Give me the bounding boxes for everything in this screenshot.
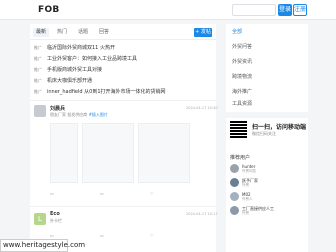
qr-subtitle: 微信扫码关注 <box>252 131 276 136</box>
post-image[interactable] <box>50 123 78 183</box>
topic-title[interactable]: 临沂国际外贸商城双11 火热开 <box>47 45 115 51</box>
post-author-desc: 外卡栏 <box>50 218 62 223</box>
post-author-name[interactable]: 刘晨兵 <box>50 105 65 112</box>
user-desc: 外贸 <box>242 211 249 215</box>
avatar[interactable] <box>230 164 239 173</box>
share-icon: ▭ <box>100 233 104 238</box>
topic-tag: 推广 <box>34 67 42 72</box>
share-action[interactable]: ▭ <box>100 191 104 196</box>
login-button[interactable]: 登录 <box>278 4 292 16</box>
avatar[interactable]: L <box>34 213 46 225</box>
like-action[interactable]: ♡ <box>150 191 154 196</box>
tab-answers[interactable]: 回答 <box>96 28 112 37</box>
avatar[interactable] <box>34 105 46 117</box>
tab-hot[interactable]: 热门 <box>54 28 70 37</box>
topic-item[interactable]: 推广 工业外贸客户：如何接入工业品跨境工具 <box>34 55 137 63</box>
category-item[interactable]: 海外推广 <box>232 88 252 95</box>
comment-action[interactable]: ▭ <box>50 191 54 196</box>
avatar[interactable] <box>230 178 239 187</box>
avatar[interactable] <box>230 192 239 201</box>
share-action[interactable]: ▭ <box>100 233 104 238</box>
category-list: 全部 外贸问答 外贸资讯 跨境物流 海外推广 工具资源 <box>226 24 308 112</box>
qr-title: 扫一扫，访问移动端 <box>252 124 307 131</box>
share-icon: ▭ <box>100 191 104 196</box>
avatar[interactable] <box>230 206 239 215</box>
topic-tag: 推广 <box>34 89 42 94</box>
comment-icon: ▭ <box>50 233 54 238</box>
post-image[interactable] <box>82 123 134 183</box>
post-time: 2024-04-17 10:30 <box>186 106 218 110</box>
category-item[interactable]: 工具资源 <box>232 100 252 107</box>
user-desc: 外贸人 <box>242 197 253 201</box>
topic-tag: 推广 <box>34 78 42 83</box>
post-author-name[interactable]: Eco <box>50 211 60 217</box>
qr-panel: 扫一扫，访问移动端 微信扫码关注 <box>226 118 308 154</box>
post-author-desc: 朋友厂家 批发供应商 <box>50 112 88 117</box>
recommended-users: 推荐用户 hunter 外贸问答 跃予厂家 外贸 M02 外贸人 工厂直接供应人… <box>226 150 308 252</box>
tab-topics[interactable]: 话题 <box>75 28 91 37</box>
user-desc: 外贸问答 <box>242 169 256 173</box>
post-author-subtitle: 朋友厂家 批发供应商 #插入图片 <box>50 112 108 118</box>
qr-code <box>230 121 247 138</box>
tab-latest[interactable]: 最新 <box>33 28 50 37</box>
register-button[interactable]: 注册 <box>293 4 307 16</box>
top-navigation-bar: FOB 登录 注册 <box>0 0 336 20</box>
topic-title[interactable]: inner_hadfield 从0到1打开海外市场一体化的货销网 <box>47 89 166 95</box>
comment-icon: ▭ <box>50 191 54 196</box>
like-icon: ♡ <box>150 191 154 196</box>
user-item[interactable]: M02 外贸人 <box>230 192 308 203</box>
topic-title[interactable]: 机床大咖俱乐部开通 <box>47 78 92 84</box>
post-link[interactable]: #插入图片 <box>89 112 108 117</box>
feed-tabs: 最新 热门 话题 回答 + 发帖 <box>30 24 216 40</box>
user-desc: 外贸 <box>242 183 249 187</box>
topic-tag: 推广 <box>34 56 42 61</box>
category-item[interactable]: 跨境物流 <box>232 73 252 80</box>
topic-item[interactable]: 推广 inner_hadfield 从0到1打开海外市场一体化的货销网 <box>34 88 166 96</box>
site-logo[interactable]: FOB <box>38 5 60 15</box>
category-item[interactable]: 外贸问答 <box>232 43 252 50</box>
topic-item[interactable]: 推广 手机版商城外贸工具对接 <box>34 66 102 74</box>
post-time: 2024-04-17 10:17 <box>186 212 218 216</box>
topic-title[interactable]: 工业外贸客户：如何接入工业品跨境工具 <box>47 56 137 62</box>
recommended-users-title: 推荐用户 <box>230 155 251 161</box>
main-feed: 最新 热门 话题 回答 + 发帖 推广 临沂国际外贸商城双11 火热开 推广 工业外… <box>30 24 218 252</box>
user-item[interactable]: 工厂直接供应人工 外贸 <box>230 206 308 217</box>
like-action[interactable]: ♡ <box>150 233 154 238</box>
new-post-button[interactable]: + 发帖 <box>194 28 212 37</box>
user-item[interactable]: hunter 外贸问答 <box>230 164 308 175</box>
search-input[interactable] <box>232 4 276 16</box>
topic-item[interactable]: 推广 临沂国际外贸商城双11 火热开 <box>34 44 115 52</box>
like-icon: ♡ <box>150 233 154 238</box>
post-card: 刘晨兵 朋友厂家 批发供应商 #插入图片 2024-04-17 10:30 ▭ … <box>30 100 218 204</box>
comment-action[interactable]: ▭ <box>50 233 54 238</box>
category-item[interactable]: 外贸资讯 <box>232 58 252 65</box>
topic-item[interactable]: 推广 机床大咖俱乐部开通 <box>34 77 92 85</box>
site-watermark: www.heritagestyle.com <box>0 239 85 252</box>
category-all[interactable]: 全部 <box>232 28 242 35</box>
user-item[interactable]: 跃予厂家 外贸 <box>230 178 308 189</box>
topic-title[interactable]: 手机版商城外贸工具对接 <box>47 67 102 73</box>
topic-tag: 推广 <box>34 45 42 50</box>
post-image[interactable] <box>138 123 190 183</box>
